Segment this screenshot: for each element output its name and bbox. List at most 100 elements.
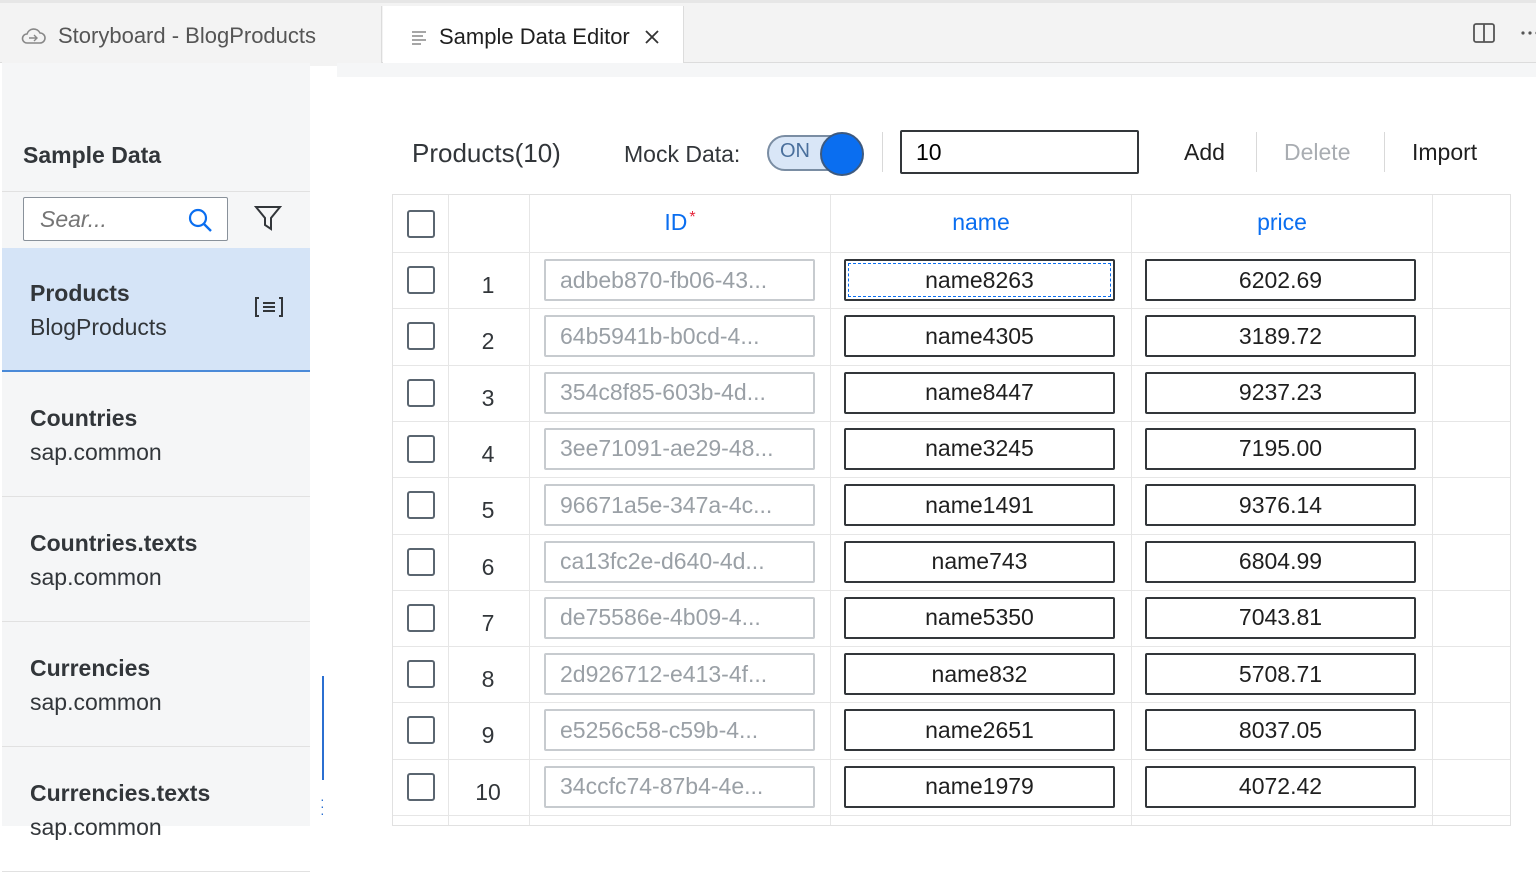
close-icon[interactable] <box>644 29 660 45</box>
id-field: ca13fc2e-d640-4d... <box>544 540 815 583</box>
name-field[interactable]: name8263 <box>844 259 1115 301</box>
divider <box>529 195 530 825</box>
filter-icon[interactable] <box>253 205 284 238</box>
row-checkbox[interactable] <box>407 772 435 801</box>
row-number: 1 <box>481 272 495 298</box>
mock-data-switch[interactable]: ON <box>767 132 865 176</box>
name-field[interactable]: name743 <box>844 540 1115 583</box>
tab-label: Storyboard - BlogProducts <box>58 23 317 48</box>
row-checkbox[interactable] <box>407 378 435 407</box>
row-number: 4 <box>481 440 495 467</box>
add-button[interactable]: Add <box>1184 139 1225 166</box>
search-input[interactable] <box>40 205 178 233</box>
main-header-strip <box>337 63 1536 77</box>
divider <box>393 308 1510 310</box>
id-field: 96671a5e-347a-4c... <box>544 484 815 527</box>
row-checkbox[interactable] <box>407 660 435 689</box>
name-field[interactable]: name1979 <box>844 765 1115 808</box>
entity-item-currencies[interactable]: Currencies sap.common <box>2 623 310 747</box>
price-field[interactable]: 7043.81 <box>1145 596 1416 639</box>
price-field[interactable]: 3189.72 <box>1145 315 1416 358</box>
entity-namespace: sap.common <box>30 814 162 840</box>
required-marker: * <box>689 209 696 226</box>
divider <box>830 195 831 825</box>
tab-label: Sample Data Editor <box>439 23 630 49</box>
entity-item-countries-texts[interactable]: Countries.texts sap.common <box>2 498 310 622</box>
row-checkbox[interactable] <box>407 603 435 632</box>
name-field[interactable]: name3245 <box>844 427 1115 470</box>
entity-item-countries[interactable]: Countries sap.common <box>2 373 310 497</box>
divider <box>1131 195 1132 825</box>
row-number: 6 <box>481 553 495 580</box>
column-header-price[interactable]: price <box>1132 209 1432 236</box>
row-number: 5 <box>481 497 495 524</box>
id-field: 34ccfc74-87b4-4e... <box>544 765 815 808</box>
price-field[interactable]: 8037.05 <box>1145 709 1416 752</box>
price-field[interactable]: 9237.23 <box>1145 371 1416 414</box>
row-checkbox[interactable] <box>407 547 435 576</box>
search-field[interactable] <box>23 197 228 241</box>
select-all-checkbox[interactable] <box>407 210 435 238</box>
row-checkbox[interactable] <box>407 434 435 463</box>
id-field: 354c8f85-603b-4d... <box>544 371 815 414</box>
divider <box>1384 132 1385 172</box>
entity-name: Currencies.texts <box>30 780 211 806</box>
id-field: 2d926712-e413-4f... <box>544 653 815 696</box>
divider <box>393 364 1510 366</box>
row-checkbox[interactable] <box>407 266 435 294</box>
price-field[interactable]: 5708.71 <box>1145 653 1416 696</box>
mock-data-label: Mock Data: <box>624 141 741 167</box>
row-checkbox[interactable] <box>407 716 435 745</box>
row-number: 3 <box>481 384 495 411</box>
price-field[interactable]: 6804.99 <box>1145 540 1416 583</box>
import-button[interactable]: Import <box>1412 139 1477 166</box>
divider <box>393 815 1510 816</box>
entity-namespace: sap.common <box>30 564 162 590</box>
name-field[interactable]: name832 <box>844 653 1115 696</box>
price-field[interactable]: 7195.00 <box>1145 427 1416 470</box>
sample-data-sidebar: Sample Data Products BlogProducts Countr… <box>2 63 310 872</box>
switch-state-label: ON <box>780 140 810 162</box>
row-number: 10 <box>475 778 501 805</box>
row-count-input[interactable] <box>900 130 1139 174</box>
id-field: 3ee71091-ae29-48... <box>544 427 815 470</box>
price-field[interactable]: 9376.14 <box>1145 484 1416 527</box>
entity-name: Countries.texts <box>30 530 198 556</box>
tab-sample-data-editor[interactable]: Sample Data Editor <box>383 6 684 67</box>
entity-item-currencies-texts[interactable]: Currencies.texts sap.common <box>2 748 310 872</box>
row-number: 7 <box>481 609 495 636</box>
switch-knob[interactable] <box>820 132 864 176</box>
splitter-grip-icon[interactable]: · · · <box>320 792 325 820</box>
name-field[interactable]: name2651 <box>844 709 1115 752</box>
name-field[interactable]: name4305 <box>844 315 1115 358</box>
entity-name: Currencies <box>30 655 151 681</box>
entity-namespace: sap.common <box>30 439 162 465</box>
delete-button[interactable]: Delete <box>1284 139 1350 166</box>
list-detail-icon[interactable] <box>254 296 284 323</box>
id-field: e5256c58-c59b-4... <box>544 709 815 752</box>
price-field[interactable]: 6202.69 <box>1145 259 1416 301</box>
search-icon[interactable] <box>187 207 213 238</box>
column-header-name[interactable]: name <box>831 209 1131 236</box>
divider <box>2 191 310 192</box>
column-header-id[interactable]: ID * <box>530 209 830 236</box>
name-field[interactable]: name5350 <box>844 596 1115 639</box>
cloud-icon <box>20 26 46 46</box>
entity-namespace: BlogProducts <box>30 314 167 340</box>
divider <box>393 533 1510 535</box>
row-number: 2 <box>481 328 495 355</box>
name-field[interactable]: name8447 <box>844 371 1115 414</box>
more-actions-icon[interactable] <box>1520 21 1536 50</box>
divider <box>393 252 1510 253</box>
file-lines-icon <box>411 29 427 45</box>
row-checkbox[interactable] <box>407 322 435 351</box>
name-field[interactable]: name1491 <box>844 484 1115 527</box>
entity-item-products[interactable]: Products BlogProducts <box>2 248 310 372</box>
pane-splitter[interactable] <box>322 676 324 780</box>
row-checkbox[interactable] <box>407 491 435 520</box>
divider <box>393 702 1510 704</box>
price-field[interactable]: 4072.42 <box>1145 765 1416 808</box>
editor-actions <box>1472 21 1536 50</box>
split-editor-icon[interactable] <box>1472 21 1496 50</box>
tab-storyboard[interactable]: Storyboard - BlogProducts <box>2 6 382 66</box>
